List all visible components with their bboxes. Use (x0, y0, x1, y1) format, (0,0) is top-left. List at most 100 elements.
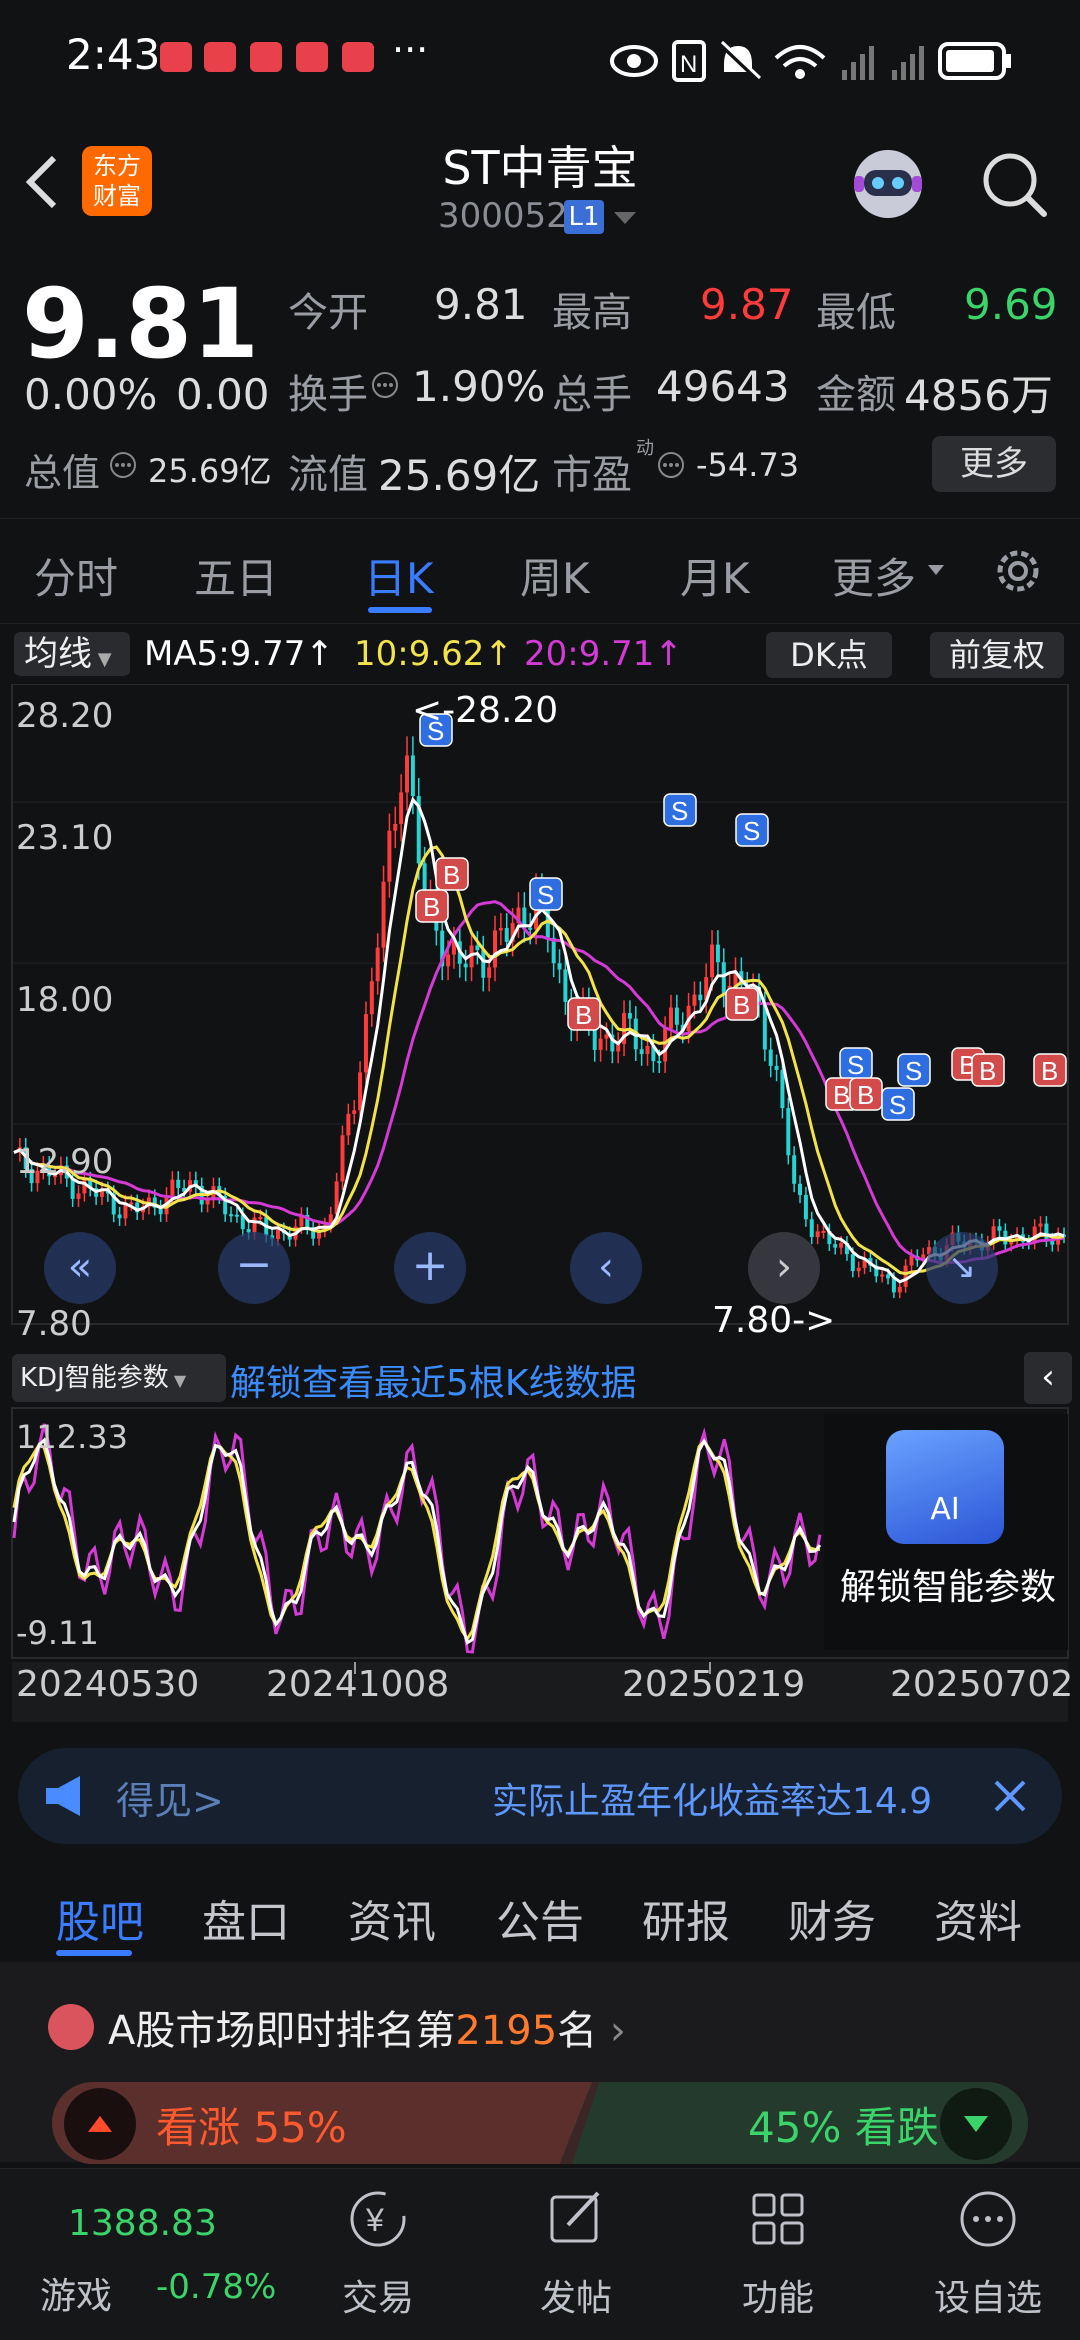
nav-watchlist[interactable]: 设自选 (918, 2187, 1058, 2327)
collapse-button[interactable]: ‹ (1024, 1352, 1072, 1404)
volume-value: 49643 (656, 362, 790, 411)
date-tick: 20240530 (16, 1664, 200, 1705)
sentiment-panel: A股市场即时排名第2195名 › 看涨 55% 45% 看跌 (0, 1962, 1080, 2164)
candle-body (768, 1049, 773, 1066)
candle-body (229, 1214, 234, 1217)
candle-body (839, 1243, 844, 1248)
candle-body (692, 994, 697, 1006)
info-dots-icon[interactable] (108, 450, 138, 480)
bull-label: 看涨 55% (156, 2103, 347, 2152)
kdj-low: -9.11 (16, 1614, 99, 1652)
step-left-button[interactable]: ‹ (570, 1232, 642, 1304)
amount-value: 4856万 (904, 371, 1053, 420)
marker-text: B (833, 1080, 850, 1110)
candle-body (352, 1110, 357, 1114)
candle-body (463, 963, 468, 968)
candle-body (170, 1179, 175, 1196)
rank-text[interactable]: A股市场即时排名第2195名 › (108, 1998, 626, 2056)
open-label: 今开 (288, 290, 368, 336)
tab-finance[interactable]: 财务 (788, 1886, 876, 1950)
marker-text: B (1041, 1056, 1058, 1086)
rank-suffix: 名 (557, 2008, 598, 2054)
ai-unlock-panel[interactable]: AI 解锁智能参数 (824, 1414, 1068, 1650)
search-icon[interactable] (980, 150, 1050, 220)
notification-icon (342, 42, 374, 72)
marker-text: S (537, 880, 554, 910)
level-badge[interactable]: L1 (564, 200, 604, 234)
tab-weekly-k[interactable]: 周K (520, 545, 590, 606)
high-value: 9.87 (700, 280, 794, 329)
index-value[interactable]: 1388.83 (68, 2203, 217, 2244)
price-frame (11, 684, 1069, 1325)
notification-icon (296, 42, 328, 72)
market-cap-label: 总值 (24, 451, 101, 495)
candle-body (363, 1014, 368, 1073)
candle-body (604, 1034, 609, 1039)
candle-body (258, 1217, 263, 1220)
promo-banner[interactable]: 得见> 实际止盈年化收益率达14.9 (18, 1748, 1062, 1844)
bear-button[interactable] (940, 2088, 1012, 2160)
date-tick: 20241008 (266, 1664, 450, 1705)
gear-icon[interactable] (990, 543, 1046, 599)
close-icon[interactable] (988, 1774, 1032, 1818)
candle-body (1044, 1223, 1049, 1240)
volume-label: 总手 (552, 372, 632, 418)
dk-point-button[interactable]: DK点 (766, 632, 892, 678)
candle-body (387, 830, 392, 882)
tab-news[interactable]: 资讯 (348, 1886, 436, 1950)
candle-body (252, 1217, 257, 1233)
candle-body (639, 1049, 644, 1055)
robot-avatar-icon[interactable] (846, 140, 930, 224)
sell-marker: S (529, 877, 563, 911)
nav-post[interactable]: 发帖 (516, 2187, 636, 2327)
bull-button[interactable] (64, 2088, 136, 2160)
tab-profile[interactable]: 资料 (934, 1886, 1022, 1950)
ma-selector[interactable]: 均线 ▼ (14, 632, 130, 676)
kdj-high: 112.33 (16, 1418, 128, 1456)
candle-body (821, 1230, 826, 1233)
tab-five-day[interactable]: 五日 (194, 545, 278, 606)
kdj-unlock-link[interactable]: 解锁查看最近5根K线数据 (230, 1354, 637, 1406)
zoom-out-button[interactable]: − (218, 1232, 290, 1304)
candle-body (786, 1108, 791, 1156)
nav-functions[interactable]: 功能 (718, 2187, 838, 2327)
tab-monthly-k[interactable]: 月K (680, 545, 750, 606)
tab-announcements[interactable]: 公告 (496, 1886, 584, 1950)
max-price-label: <-28.20 (412, 690, 559, 731)
candle-body (381, 881, 386, 948)
candle-body (997, 1226, 1002, 1231)
marker-text: B (857, 1080, 874, 1110)
tab-forum[interactable]: 股吧 (56, 1886, 144, 1950)
more-quote-button[interactable]: 更多 (932, 436, 1056, 492)
candle-body (809, 1219, 814, 1238)
chevron-down-icon[interactable] (612, 210, 638, 228)
candle-body (774, 1065, 779, 1070)
candle-body (493, 930, 498, 968)
reset-button[interactable]: ↘ (926, 1232, 998, 1304)
tab-daily-k[interactable]: 日K (364, 545, 434, 606)
nav-trade[interactable]: ¥ 交易 (318, 2187, 438, 2327)
tab-intraday[interactable]: 分时 (34, 545, 118, 606)
zoom-in-button[interactable]: + (394, 1232, 466, 1304)
info-dots-icon[interactable] (370, 370, 400, 400)
scroll-left-button[interactable]: « (44, 1232, 116, 1304)
info-dots-icon[interactable] (656, 450, 686, 480)
candle-body (563, 969, 568, 1002)
candle-body (710, 944, 715, 978)
ma20-label: 20:9.71↑ (524, 634, 683, 674)
marker-text: S (671, 796, 688, 826)
buy-marker: B (567, 997, 601, 1031)
kdj-selector[interactable]: KDJ智能参数 ▼ (12, 1354, 226, 1402)
adjust-button[interactable]: 前复权 (930, 632, 1064, 678)
more-circle-icon (960, 2191, 1016, 2247)
candle-body (645, 1045, 650, 1055)
tab-research[interactable]: 研报 (642, 1886, 730, 1950)
candle-body (346, 1113, 351, 1136)
tab-more[interactable]: 更多 (832, 545, 916, 606)
marker-text: S (905, 1056, 922, 1086)
sell-marker: S (897, 1053, 931, 1087)
edit-icon (550, 2191, 600, 2243)
game-label[interactable]: 游戏 (40, 2267, 112, 2319)
tab-orderbook[interactable]: 盘口 (202, 1886, 290, 1950)
step-right-button[interactable]: › (748, 1232, 820, 1304)
